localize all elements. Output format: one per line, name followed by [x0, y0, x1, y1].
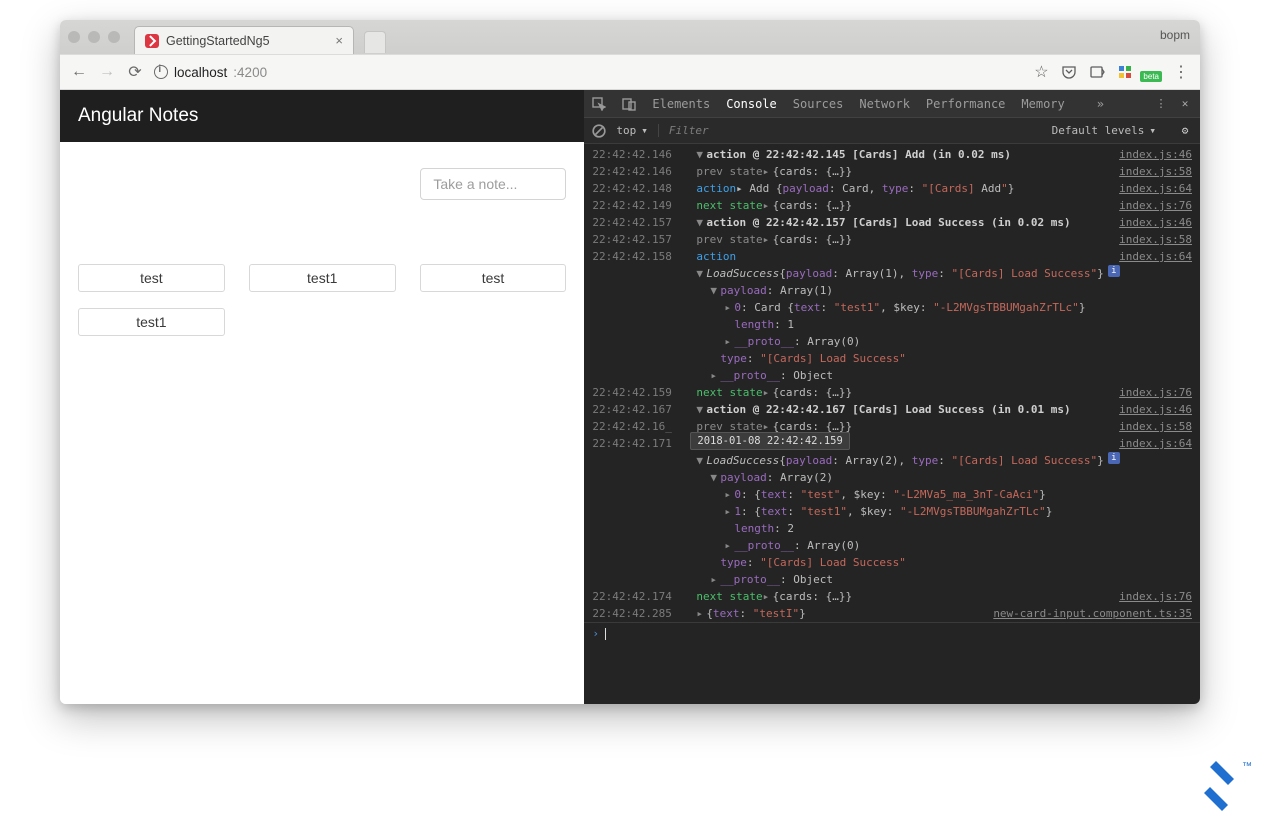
- console-line[interactable]: 22:42:42.285▸{text: "testI"}new-card-inp…: [584, 605, 1200, 622]
- context-selector[interactable]: top ▾: [616, 124, 648, 137]
- app-body: test test1 test test1: [60, 142, 584, 704]
- note-card[interactable]: test: [78, 264, 225, 292]
- back-button[interactable]: ←: [70, 63, 88, 81]
- console-toolbar: top ▾ Filter Default levels ▾ ⚙: [584, 118, 1200, 144]
- devtools-tabs: Elements Console Sources Network Performance…: [584, 90, 1200, 118]
- console-line[interactable]: ▸__proto__: Array(0): [584, 333, 1200, 350]
- console-settings-icon[interactable]: ⚙: [1178, 124, 1192, 138]
- console-line[interactable]: ▸0: {text: "test", $key: "-L2MVa5_ma_3nT…: [584, 486, 1200, 503]
- app-title: Angular Notes: [60, 90, 584, 142]
- devtools-tab-performance[interactable]: Performance: [926, 97, 1005, 111]
- console-line[interactable]: ▸__proto__: Object: [584, 571, 1200, 588]
- extension-icon[interactable]: [1088, 63, 1106, 81]
- note-card[interactable]: test1: [78, 308, 225, 336]
- tab-strip: GettingStartedNg5 × bopm: [60, 20, 1200, 54]
- address-bar: ← → ⟳ localhost :4200 ☆ beta ⋮: [60, 54, 1200, 90]
- devtools-pane: Elements Console Sources Network Performance…: [584, 90, 1200, 704]
- devtools-close-icon[interactable]: ✕: [1178, 97, 1192, 111]
- toptal-logo-icon: ™: [1204, 761, 1240, 816]
- app-pane: Angular Notes test test1 test test1: [60, 90, 584, 704]
- devtools-menu-icon[interactable]: ⋮: [1154, 97, 1168, 111]
- console-line[interactable]: length: 2: [584, 520, 1200, 537]
- console-line[interactable]: 22:42:42.157▼action @ 22:42:42.157 [Card…: [584, 214, 1200, 231]
- close-window-icon[interactable]: [68, 31, 80, 43]
- devtools-tab-elements[interactable]: Elements: [652, 97, 710, 111]
- console-line[interactable]: type: "[Cards] Load Success": [584, 350, 1200, 367]
- note-card[interactable]: test1: [249, 264, 396, 292]
- url-field[interactable]: localhost :4200: [154, 65, 1022, 80]
- console-line[interactable]: ▼payload: Array(1): [584, 282, 1200, 299]
- console-line[interactable]: 22:42:42.146prev state ▸{cards: {…}}inde…: [584, 163, 1200, 180]
- beta-badge: beta: [1140, 71, 1162, 82]
- devtools-tab-sources[interactable]: Sources: [793, 97, 844, 111]
- menu-icon[interactable]: ⋮: [1172, 63, 1190, 81]
- console-line[interactable]: length: 1: [584, 316, 1200, 333]
- console-line[interactable]: 22:42:42.174next state ▸{cards: {…}}inde…: [584, 588, 1200, 605]
- console-line[interactable]: ▼payload: Array(2): [584, 469, 1200, 486]
- new-tab-button[interactable]: [364, 31, 386, 53]
- devtools-more-tabs[interactable]: »: [1097, 97, 1104, 111]
- console-line[interactable]: ▸1: {text: "test1", $key: "-L2MVgsTBBUMg…: [584, 503, 1200, 520]
- console-prompt[interactable]: ›: [584, 622, 1200, 644]
- star-icon[interactable]: ☆: [1032, 63, 1050, 81]
- angular-favicon-icon: [145, 34, 159, 48]
- chevron-down-icon: ▾: [641, 124, 648, 137]
- console-line[interactable]: ▸__proto__: Object: [584, 367, 1200, 384]
- minimize-window-icon[interactable]: [88, 31, 100, 43]
- devtools-tab-console[interactable]: Console: [726, 97, 777, 111]
- tab-title: GettingStartedNg5: [166, 34, 270, 48]
- url-port: :4200: [233, 65, 267, 80]
- close-tab-icon[interactable]: ×: [335, 33, 343, 48]
- console-line[interactable]: type: "[Cards] Load Success": [584, 554, 1200, 571]
- note-input-row: [78, 168, 566, 200]
- browser-window: GettingStartedNg5 × bopm ← → ⟳ localhost…: [60, 20, 1200, 704]
- traffic-lights: [68, 31, 120, 43]
- console-line[interactable]: 22:42:42.171actionindex.js:64: [584, 435, 1200, 452]
- console-line[interactable]: 22:42:42.149next state ▸{cards: {…}}inde…: [584, 197, 1200, 214]
- console-line[interactable]: 22:42:42.159next state ▸{cards: {…}}inde…: [584, 384, 1200, 401]
- toolbar-right: ☆ beta ⋮: [1032, 63, 1190, 82]
- console-line[interactable]: 22:42:42.148action ▸ Add {payload: Card,…: [584, 180, 1200, 197]
- filter-input[interactable]: Filter: [658, 124, 709, 137]
- device-toggle-icon[interactable]: [622, 97, 636, 111]
- chevron-down-icon: ▾: [1149, 124, 1156, 137]
- timestamp-tooltip: 2018-01-08 22:42:42.159: [690, 432, 849, 450]
- site-info-icon[interactable]: [154, 65, 168, 79]
- console-line[interactable]: 22:42:42.146▼action @ 22:42:42.145 [Card…: [584, 146, 1200, 163]
- note-card[interactable]: test: [420, 264, 567, 292]
- zoom-window-icon[interactable]: [108, 31, 120, 43]
- devtools-tab-memory[interactable]: Memory: [1021, 97, 1064, 111]
- clear-console-icon[interactable]: [592, 124, 606, 138]
- devtools-tab-network[interactable]: Network: [859, 97, 910, 111]
- log-levels-selector[interactable]: Default levels ▾: [1052, 124, 1156, 137]
- reload-button[interactable]: ⟳: [126, 62, 144, 82]
- browser-tab[interactable]: GettingStartedNg5 ×: [134, 26, 354, 54]
- pocket-icon[interactable]: [1060, 63, 1078, 81]
- note-input[interactable]: [420, 168, 566, 200]
- inspect-element-icon[interactable]: [592, 97, 606, 111]
- forward-button[interactable]: →: [98, 63, 116, 81]
- profile-label[interactable]: bopm: [1160, 28, 1190, 42]
- console-line[interactable]: 22:42:42.157prev state ▸{cards: {…}}inde…: [584, 231, 1200, 248]
- console-line[interactable]: ▸0: Card {text: "test1", $key: "-L2MVgsT…: [584, 299, 1200, 316]
- console-line[interactable]: ▼LoadSuccess {payload: Array(1), type: "…: [584, 265, 1200, 282]
- console-line[interactable]: 22:42:42.16_prev state ▸{cards: {…}}inde…: [584, 418, 1200, 435]
- console-line[interactable]: 22:42:42.158actionindex.js:64: [584, 248, 1200, 265]
- beta-icon[interactable]: [1116, 63, 1134, 81]
- console-output[interactable]: 22:42:42.146▼action @ 22:42:42.145 [Card…: [584, 144, 1200, 704]
- content-split: Angular Notes test test1 test test1 Element…: [60, 90, 1200, 704]
- console-line[interactable]: 22:42:42.167▼action @ 22:42:42.167 [Card…: [584, 401, 1200, 418]
- card-grid: test test1 test test1: [78, 264, 566, 336]
- console-line[interactable]: ▸__proto__: Array(0): [584, 537, 1200, 554]
- console-line[interactable]: ▼LoadSuccess {payload: Array(2), type: "…: [584, 452, 1200, 469]
- url-host: localhost: [174, 65, 227, 80]
